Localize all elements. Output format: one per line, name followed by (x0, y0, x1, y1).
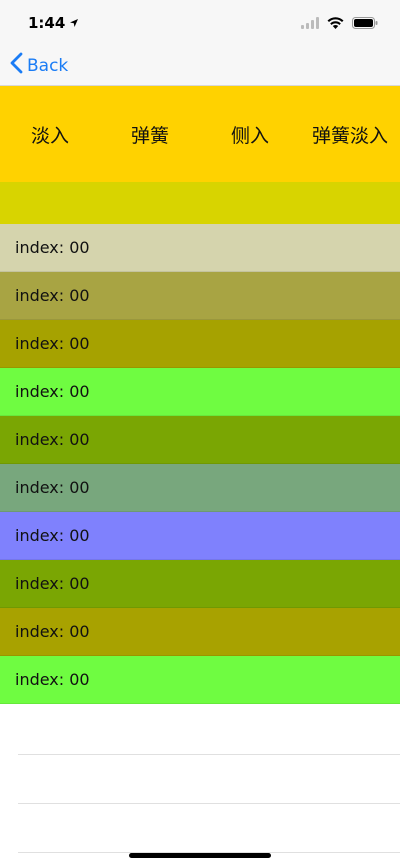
list-item-label: index: 00 (15, 430, 90, 449)
tab-fade-in[interactable]: 淡入 (0, 86, 100, 182)
section-header (0, 182, 400, 224)
empty-row-separator (18, 755, 400, 804)
status-bar: 1:44 (0, 0, 400, 44)
list-item-label: index: 00 (15, 334, 90, 353)
tab-spring[interactable]: 弹簧 (100, 86, 200, 182)
navigation-bar: Back (0, 44, 400, 86)
index-list: index: 00 index: 00 index: 00 index: 00 … (0, 224, 400, 704)
status-time: 1:44 (28, 14, 66, 32)
status-time-group: 1:44 (28, 14, 79, 32)
location-arrow-icon (69, 14, 79, 32)
list-item-label: index: 00 (15, 622, 90, 641)
list-item-label: index: 00 (15, 478, 90, 497)
signal-icon (301, 14, 319, 33)
list-item[interactable]: index: 00 (0, 560, 400, 608)
animation-tab-bar: 淡入 弹簧 侧入 弹簧淡入 (0, 86, 400, 182)
list-item-label: index: 00 (15, 574, 90, 593)
list-item[interactable]: index: 00 (0, 368, 400, 416)
empty-list-area (0, 706, 400, 853)
list-item[interactable]: index: 00 (0, 464, 400, 512)
list-item[interactable]: index: 00 (0, 512, 400, 560)
wifi-icon (327, 14, 344, 33)
list-item-label: index: 00 (15, 670, 90, 689)
tab-spring-fade-in[interactable]: 弹簧淡入 (300, 86, 400, 182)
back-button-label: Back (27, 55, 69, 76)
list-item-label: index: 00 (15, 286, 90, 305)
status-indicators (301, 14, 378, 33)
list-item[interactable]: index: 00 (0, 272, 400, 320)
list-item-label: index: 00 (15, 238, 90, 257)
list-item[interactable]: index: 00 (0, 656, 400, 704)
home-indicator[interactable] (129, 853, 271, 858)
tab-slide-in[interactable]: 侧入 (200, 86, 300, 182)
list-item-label: index: 00 (15, 526, 90, 545)
battery-icon (352, 14, 378, 33)
chevron-left-icon (10, 52, 23, 79)
empty-row-separator (18, 706, 400, 755)
list-item-label: index: 00 (15, 382, 90, 401)
empty-row-separator (18, 804, 400, 853)
list-item[interactable]: index: 00 (0, 416, 400, 464)
list-item[interactable]: index: 00 (0, 608, 400, 656)
back-button[interactable]: Back (10, 52, 68, 79)
list-item[interactable]: index: 00 (0, 320, 400, 368)
list-item[interactable]: index: 00 (0, 224, 400, 272)
